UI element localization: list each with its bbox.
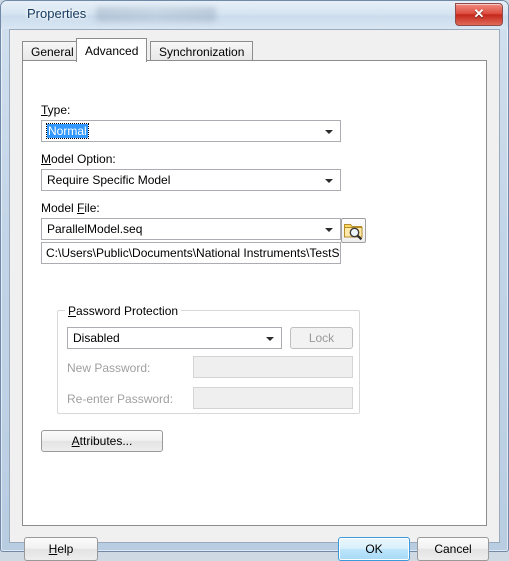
chevron-down-icon[interactable] [325, 179, 333, 183]
tab-synchronization[interactable]: Synchronization [150, 41, 254, 60]
model-option-label-rest: odel Option: [51, 152, 116, 166]
help-button[interactable]: Help [24, 537, 98, 561]
properties-dialog-window: Properties ✕ General Advanced Synchroniz… [0, 0, 509, 561]
chevron-down-icon[interactable] [325, 130, 333, 134]
type-combobox[interactable]: Normal [41, 120, 341, 142]
close-icon: ✕ [473, 6, 485, 21]
password-protection-title: Password Protection [65, 304, 182, 318]
reenter-password-input[interactable] [193, 387, 353, 409]
model-option-label: Model Option: [41, 152, 116, 166]
help-button-label: Help [48, 542, 74, 556]
type-label-rest: ype: [47, 103, 71, 117]
attributes-button[interactable]: Attributes... [41, 430, 163, 452]
tab-advanced[interactable]: Advanced [76, 38, 148, 62]
title-bar[interactable]: Properties ✕ [1, 1, 508, 29]
chevron-down-icon[interactable] [325, 228, 333, 232]
password-protection-state-combobox[interactable]: Disabled [67, 327, 282, 349]
tab-advanced-label: Advanced [85, 44, 139, 58]
lock-button[interactable]: Lock [290, 327, 353, 349]
model-file-path-display: C:\Users\Public\Documents\National Instr… [41, 242, 341, 264]
ok-button[interactable]: OK [338, 537, 410, 561]
cancel-button-label: Cancel [434, 542, 472, 556]
model-file-combobox[interactable]: ParallelModel.seq [41, 218, 341, 240]
ok-button-label: OK [365, 542, 383, 556]
type-value: Normal [46, 123, 89, 139]
model-file-value: ParallelModel.seq [47, 222, 143, 236]
chevron-down-icon[interactable] [266, 337, 274, 341]
attributes-button-label: Attributes... [71, 434, 133, 448]
type-label: Type: [41, 103, 71, 117]
new-password-label: New Password: [67, 361, 151, 375]
lock-button-label: Lock [308, 331, 335, 345]
password-protection-state-value: Disabled [73, 331, 120, 345]
model-option-value: Require Specific Model [47, 173, 171, 187]
dialog-client-area: General Advanced Synchronization Type: N… [9, 29, 500, 561]
model-option-combobox[interactable]: Require Specific Model [41, 169, 341, 191]
folder-search-icon [344, 224, 363, 241]
model-file-label: Model File: [41, 201, 100, 215]
cancel-button[interactable]: Cancel [417, 537, 489, 561]
reenter-password-label: Re-enter Password: [67, 392, 174, 406]
tab-synchronization-label: Synchronization [159, 45, 245, 59]
advanced-tab-panel: Type: Normal Model Option: Require Speci… [22, 60, 487, 526]
tab-general[interactable]: General [22, 41, 83, 60]
tab-general-label: General [31, 45, 74, 59]
password-protection-title-rest: assword Protection [76, 304, 179, 318]
browse-model-file-button[interactable] [341, 218, 366, 243]
model-file-path-value: C:\Users\Public\Documents\National Instr… [46, 246, 341, 260]
new-password-input[interactable] [193, 356, 353, 378]
window-title-redacted-text [96, 7, 216, 22]
model-file-label-pre: Model [41, 201, 78, 215]
model-file-label-rest: ile: [84, 201, 100, 215]
window-title: Properties [27, 6, 87, 21]
close-button[interactable]: ✕ [455, 3, 503, 26]
